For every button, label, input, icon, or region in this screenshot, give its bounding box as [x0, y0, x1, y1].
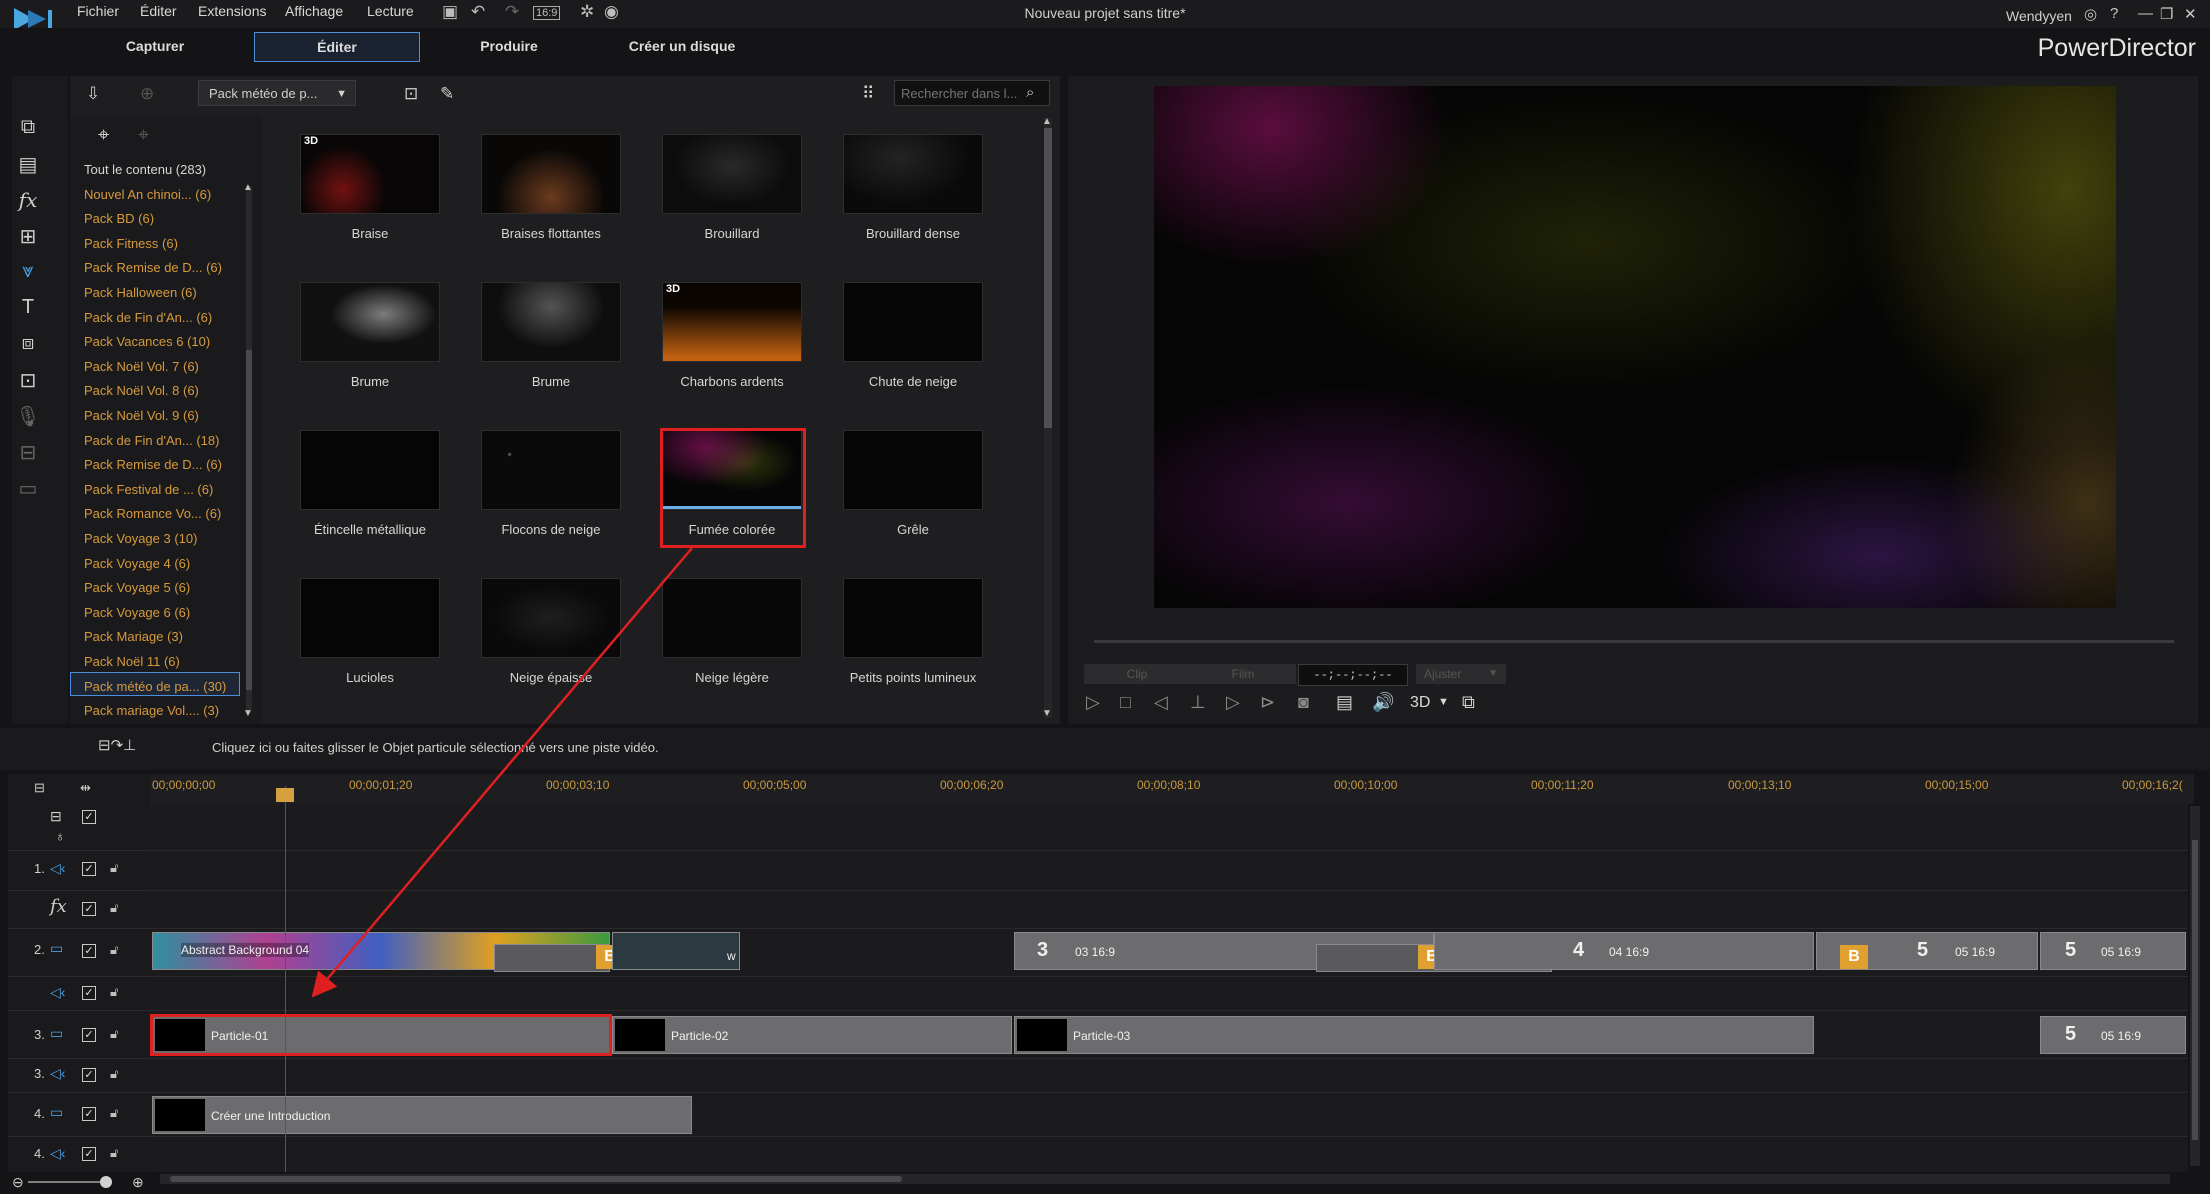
- drag-arrow: [311, 547, 693, 998]
